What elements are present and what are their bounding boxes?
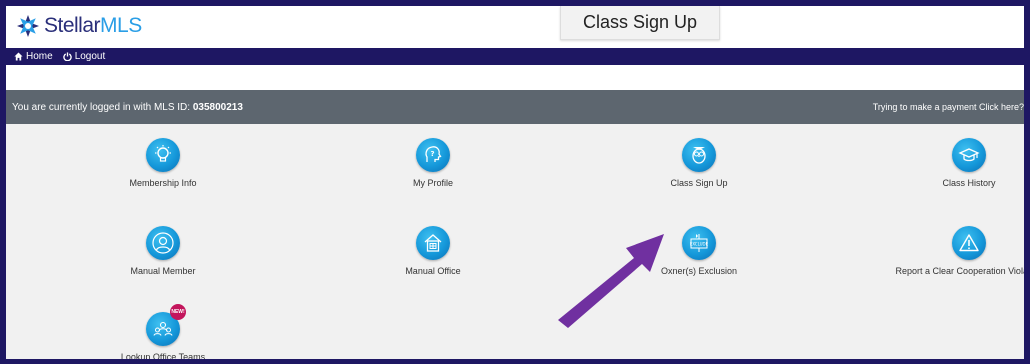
tile-class-history[interactable]: Class History (894, 138, 1024, 188)
browser-frame: StellarMLS Home Logout You are currently… (0, 0, 1030, 364)
tile-label: Lookup Office Teams (120, 352, 206, 362)
tile-label: My Profile (412, 178, 453, 188)
building-icon (416, 226, 450, 260)
class-sign-up-callout: Class Sign Up (560, 6, 720, 40)
new-badge: NEW! (170, 304, 186, 320)
home-icon (14, 52, 23, 61)
stellar-mls-logo[interactable]: StellarMLS (16, 14, 142, 38)
tile-manual-member[interactable]: Manual Member (88, 226, 238, 276)
login-status: You are currently logged in with MLS ID:… (12, 101, 243, 113)
svg-text:EXCLUDE: EXCLUDE (690, 242, 709, 247)
lightbulb-icon (146, 138, 180, 172)
person-icon (146, 226, 180, 260)
tile-report-violation[interactable]: Report a Clear Cooperation Violation (894, 226, 1030, 276)
tile-label: Class Sign Up (670, 178, 728, 188)
tile-manual-office[interactable]: Manual Office (358, 226, 508, 276)
nav-logout[interactable]: Logout (62, 51, 106, 62)
graduation-cap-icon (952, 138, 986, 172)
main-panel: You are currently logged in with MLS ID:… (6, 90, 1024, 362)
tile-owners-exclusion[interactable]: EXCLUDE Oxner(s) Exclusion (624, 226, 774, 276)
tile-label: Manual Member (130, 266, 196, 276)
nav-home[interactable]: Home (14, 51, 53, 62)
tile-label: Manual Office (405, 266, 461, 276)
tile-membership-info[interactable]: Membership Info (88, 138, 238, 188)
tile-label: Membership Info (129, 178, 197, 188)
header: StellarMLS (6, 6, 1024, 48)
mls-id: 035800213 (192, 101, 243, 113)
team-icon: NEW! (146, 304, 186, 346)
logo-text: StellarMLS (44, 14, 142, 37)
tile-lookup-office-teams[interactable]: NEW! Lookup Office Teams (88, 304, 238, 362)
top-navbar: Home Logout (6, 48, 1024, 65)
question-head-icon: ? (416, 138, 450, 172)
nav-logout-label: Logout (74, 51, 106, 62)
exclude-sign-icon: EXCLUDE (682, 226, 716, 260)
tile-label: Oxner(s) Exclusion (660, 266, 738, 276)
tile-label: Report a Clear Cooperation Violation (895, 266, 1030, 276)
owl-icon (682, 138, 716, 172)
tile-label: Class History (942, 178, 996, 188)
svg-text:?: ? (430, 150, 434, 158)
starburst-logo-icon (17, 15, 39, 37)
payment-link[interactable]: Trying to make a payment Click here? (873, 102, 1024, 112)
nav-home-label: Home (26, 51, 53, 62)
tile-class-sign-up[interactable]: Class Sign Up (624, 138, 774, 188)
login-info-bar: You are currently logged in with MLS ID:… (6, 90, 1024, 124)
warning-icon (952, 226, 986, 260)
power-icon (62, 52, 72, 61)
tile-my-profile[interactable]: ? My Profile (358, 138, 508, 188)
